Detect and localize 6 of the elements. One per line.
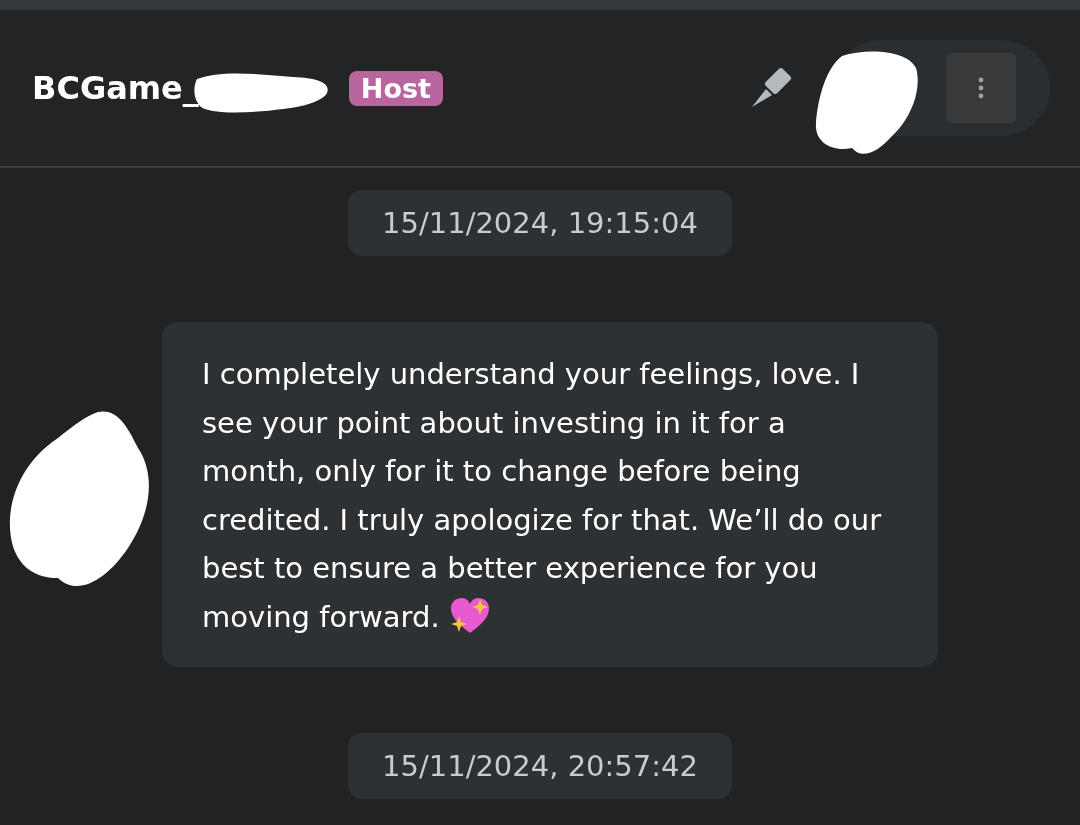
host-badge: Host — [348, 70, 443, 106]
timestamp: 15/11/2024, 19:15:04 — [348, 190, 732, 256]
message-text: I completely understand your feelings, love. I see your point about investing in it for a month, only for it to change before being credited. I truly apologize for that. We’ll do our best to ensure a better experience for you moving forward. — [202, 356, 883, 637]
menu-icon — [977, 76, 985, 100]
sparkling-heart-icon — [448, 596, 491, 635]
timestamp: 15/11/2024, 20:57:42 — [348, 733, 732, 799]
